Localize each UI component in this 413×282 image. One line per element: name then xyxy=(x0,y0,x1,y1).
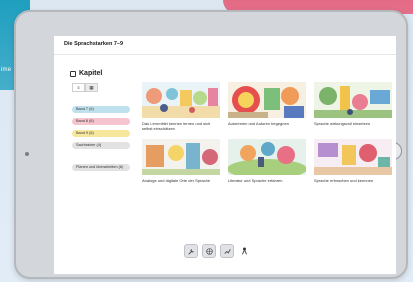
chapter-title: Sprache wirkungsvoll einsetzen xyxy=(314,121,371,126)
tablet-camera xyxy=(25,152,29,156)
chapter-title: Sprache erforschen und kennnen xyxy=(314,178,374,183)
chapter-illustration-art xyxy=(314,139,392,175)
chapter-illustration xyxy=(228,82,306,118)
chapter-illustration-art xyxy=(314,82,392,118)
chapter-title: Das Lernmittel kennen lernen und sich se… xyxy=(142,121,211,131)
chapter-card[interactable]: Das Lernmittel kennen lernen und sich se… xyxy=(142,82,220,131)
grid-view-button[interactable]: ▦ xyxy=(85,83,98,92)
chapter-illustration xyxy=(314,82,392,118)
filter-chip-band-8[interactable]: Band 8 (6) xyxy=(72,118,130,125)
chapter-illustration xyxy=(314,139,392,175)
view-toggle: ≡ ▦ xyxy=(72,83,98,92)
chapters-heading-label: Kapitel xyxy=(79,70,103,77)
chapter-title: Analoge und digitale Orte der Sprache xyxy=(142,178,211,183)
list-view-button[interactable]: ≡ xyxy=(72,83,85,92)
filter-chips: Band 7 (6) Band 8 (6) Band 9 (6) Sachtra… xyxy=(72,106,130,154)
wrench-icon[interactable] xyxy=(184,244,198,258)
globe-icon[interactable] xyxy=(202,244,216,258)
tablet-frame: Die Sprachstarken 7–9 Kapitel ≡ ▦ Band 7… xyxy=(14,10,408,279)
chapter-title: Autorinnen und Autoren begegnen xyxy=(228,121,289,126)
chapter-illustration xyxy=(228,139,306,175)
filter-chip-sachtrainer[interactable]: Sachtrainer (4) xyxy=(72,142,130,149)
chart-icon[interactable] xyxy=(220,244,234,258)
app-topbar: Die Sprachstarken 7–9 xyxy=(54,36,396,55)
chapter-illustration-art xyxy=(142,82,220,118)
chapter-card[interactable]: Sprache erforschen und kennnen xyxy=(314,139,392,183)
filter-chip-planen[interactable]: Planen und überarbeiten (6) xyxy=(72,164,130,171)
chapter-title: Literatur und Sprache erfahren xyxy=(228,178,283,183)
chapter-card[interactable]: Sprache wirkungsvoll einsetzen xyxy=(314,82,392,126)
chapter-card[interactable]: Literatur und Sprache erfahren xyxy=(228,139,306,183)
filter-chip-band-7[interactable]: Band 7 (6) xyxy=(72,106,130,113)
chapters-heading: Kapitel xyxy=(70,70,102,77)
chapter-card[interactable]: Autorinnen und Autoren begegnen xyxy=(228,82,306,126)
chapter-illustration-art xyxy=(228,82,306,118)
book-icon xyxy=(70,70,76,77)
chapter-illustration-art xyxy=(142,139,220,175)
background-edge-text: ime xyxy=(1,67,12,73)
chapter-card[interactable]: Analoge und digitale Orte der Sprache xyxy=(142,139,220,183)
chapter-illustration xyxy=(142,139,220,175)
tablet-screen: Die Sprachstarken 7–9 Kapitel ≡ ▦ Band 7… xyxy=(54,36,396,274)
filter-chip-band-9[interactable]: Band 9 (6) xyxy=(72,130,130,137)
chapter-illustration xyxy=(142,82,220,118)
user-icon[interactable] xyxy=(238,245,250,257)
app-title: Die Sprachstarken 7–9 xyxy=(64,41,124,47)
chapter-illustration-art xyxy=(228,139,306,175)
bottom-toolbar xyxy=(184,244,250,258)
